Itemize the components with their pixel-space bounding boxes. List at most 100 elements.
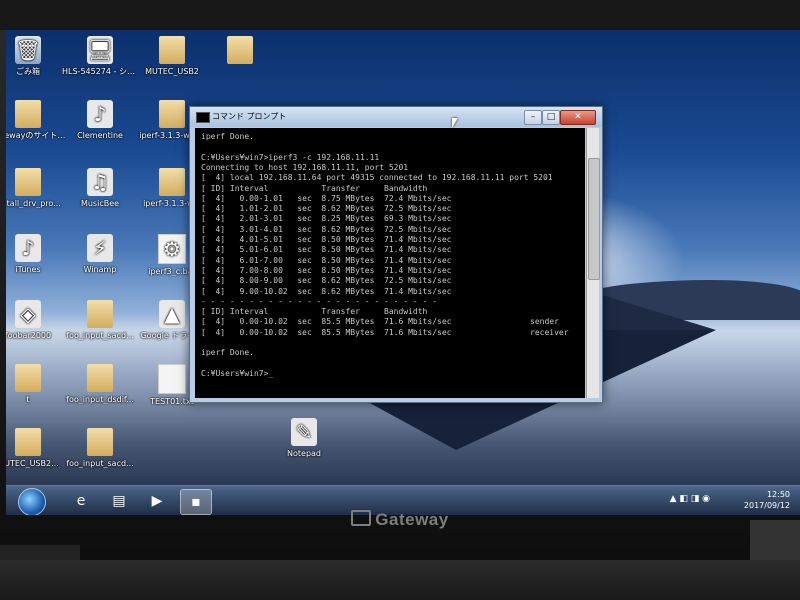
window-title: コマンド プロンプト [212, 112, 287, 121]
clock-time: 12:50 [766, 490, 790, 499]
console-line: [ 4] 2.01-3.01 sec 8.25 MBytes 69.3 Mbit… [201, 214, 452, 224]
console-output[interactable]: iperf Done. C:¥Users¥win7>iperf3 -c 192.1… [195, 128, 585, 398]
desktop-icon[interactable]: 🖥 HLS-545274 - ショートカット [62, 36, 138, 77]
folder-icon [159, 168, 185, 196]
console-line: [ 4] 9.00-10.02 sec 8.62 MBytes 71.4 Mbi… [201, 286, 452, 296]
console-line: [ ID] Interval Transfer Bandwidth [201, 183, 428, 193]
command-prompt-window[interactable]: コマンド プロンプト – □ ✕ iperf Done. C:¥Users¥win… [189, 106, 603, 403]
folder-icon [159, 100, 185, 128]
console-line: [ 4] 7.00-8.00 sec 8.50 MBytes 71.4 Mbit… [201, 265, 452, 275]
shortcut-icon: 🖥 [87, 36, 113, 64]
receiver-label: receiver [530, 327, 569, 337]
console-line: [ 4] 5.01-6.01 sec 8.50 MBytes 71.4 Mbit… [201, 245, 452, 255]
folder-icon [15, 428, 41, 456]
folder-icon [15, 364, 41, 392]
console-line: iperf Done. [201, 348, 254, 358]
desktop-icon[interactable]: ⚡ Winamp [62, 234, 138, 275]
console-line: [ 4] local 192.168.11.64 port 49315 conn… [201, 173, 553, 183]
recycle-icon: 🗑 [15, 36, 41, 64]
close-button[interactable]: ✕ [560, 110, 596, 125]
shortcut-icon: ♪ [87, 100, 113, 128]
desktop-icon[interactable]: MUTEC_USB2 [134, 36, 210, 77]
console-line: [ 4] 3.01-4.01 sec 8.62 MBytes 72.5 Mbit… [201, 224, 452, 234]
desktop-icon[interactable]: Gatewayのサイトにあった6.4bit... [6, 100, 66, 141]
desktop-icon-label: install_drv_pro... [6, 199, 61, 208]
console-line: [ 4] 1.01-2.01 sec 8.62 MBytes 72.5 Mbit… [201, 204, 452, 214]
desktop-icon[interactable]: MUTEC_USB2... [6, 428, 66, 469]
laptop-screen: 🗑 ごみ箱 🖥 HLS-545274 - ショートカット MUTEC_USB2 Gatew… [6, 30, 800, 515]
mouse-pointer-icon [452, 118, 458, 128]
console-line: [ 4] 8.00-9.00 sec 8.62 MBytes 72.5 Mbit… [201, 276, 452, 286]
console-line: [ 4] 0.00-10.02 sec 85.5 MBytes 71.6 Mbi… [201, 327, 452, 337]
console-line: iperf Done. [201, 132, 254, 141]
shortcut-icon: ✎ [291, 418, 317, 446]
laptop-bezel: 🗑 ごみ箱 🖥 HLS-545274 - ショートカット MUTEC_USB2 Gatew… [0, 0, 800, 600]
file-icon [158, 364, 186, 394]
folder-icon [87, 364, 113, 392]
file-icon: ⚙ [158, 234, 186, 264]
desktop-icon-label: Clementine [77, 131, 123, 140]
desktop-icon-label: foo_input_sacd... [66, 331, 134, 340]
desktop-icon-label: iTunes [15, 265, 41, 274]
desktop-icon-label: Winamp [83, 265, 117, 274]
console-line: Connecting to host 192.168.11.11, port 5… [201, 162, 409, 172]
console-line: C:¥Users¥win7>iperf3 -c 192.168.11.11 [201, 152, 380, 162]
desktop-icon[interactable]: install_drv_pro... [6, 168, 66, 209]
desktop-icon[interactable]: foo_input_sacd... [62, 428, 138, 469]
desktop-icon[interactable]: ✎ Notepad [266, 418, 342, 459]
desktop-icon[interactable]: ◈ foobar2000 [6, 300, 66, 341]
desktop-icon[interactable]: foo_input_sacd... [62, 300, 138, 341]
desktop-icon-label: MUTEC_USB2... [6, 459, 59, 468]
desktop-icon-label: t [26, 395, 30, 404]
desktop-icon-label: foobar2000 [6, 331, 52, 340]
brand-mark-icon [351, 510, 372, 526]
desktop-icon[interactable] [202, 36, 278, 67]
folder-icon [87, 300, 113, 328]
shortcut-icon: ♫ [87, 168, 113, 196]
console-line: - - - - - - - - - - - - - - - - - - - - … [201, 296, 438, 306]
shortcut-icon: ▲ [159, 300, 185, 328]
console-line: [ ID] Interval Transfer Bandwidth [201, 307, 428, 317]
folder-icon [15, 100, 41, 128]
desktop-icon-label: HLS-545274 - ショートカット [62, 67, 138, 76]
console-line: [ 4] 4.01-5.01 sec 8.50 MBytes 71.4 Mbit… [201, 235, 452, 244]
shortcut-icon: ◈ [15, 300, 41, 328]
laptop-base [0, 560, 800, 600]
minimize-button[interactable]: – [524, 110, 542, 125]
desktop-icon[interactable]: ♪ Clementine [62, 100, 138, 141]
console-line: [ 4] 0.00-10.02 sec 85.5 MBytes 71.6 Mbi… [201, 317, 452, 327]
brand-logo: Gateway [0, 510, 800, 530]
sender-label: sender [530, 317, 559, 327]
desktop-icon-label: Gatewayのサイトにあった6.4bit... [6, 131, 66, 140]
desktop-icon[interactable]: foo_input_dsdif... [62, 364, 138, 405]
console-line: [ 4] 6.01-7.00 sec 8.50 MBytes 71.4 Mbit… [201, 255, 452, 265]
folder-icon [159, 36, 185, 64]
brand-name: Gateway [375, 510, 449, 529]
console-line: C:¥Users¥win7>_ [201, 368, 274, 378]
cmd-app-icon [196, 112, 210, 123]
shortcut-icon: ⚡ [87, 234, 113, 262]
desktop-icon[interactable]: t [6, 364, 66, 405]
desktop-icon-label: foo_input_sacd... [66, 459, 134, 468]
hinge-right [750, 520, 800, 560]
bezel-top [0, 0, 800, 30]
desktop-icon-label: MusicBee [80, 199, 120, 208]
desktop-icon-label: MUTEC_USB2 [145, 67, 199, 76]
console-line: [ 4] 0.00-1.01 sec 8.75 MBytes 72.4 Mbit… [201, 193, 452, 203]
system-tray[interactable]: ▲ ◧ ◨ ◉ [670, 494, 710, 504]
scrollbar-thumb[interactable] [588, 158, 600, 280]
window-titlebar[interactable]: コマンド プロンプト – □ ✕ [190, 107, 602, 127]
folder-icon [227, 36, 253, 64]
folder-icon [15, 168, 41, 196]
desktop-icon[interactable]: ♪ iTunes [6, 234, 66, 275]
shortcut-icon: ♪ [15, 234, 41, 262]
desktop-icon[interactable]: ♫ MusicBee [62, 168, 138, 209]
desktop-icon-label: ごみ箱 [16, 67, 40, 76]
console-scrollbar[interactable] [586, 128, 600, 398]
folder-icon [87, 428, 113, 456]
desktop-icon-label: Notepad [287, 449, 321, 458]
taskbar-clock[interactable]: 12:50 2017/09/12 [720, 489, 790, 511]
desktop-icon-label: foo_input_dsdif... [66, 395, 134, 404]
desktop-icon[interactable]: 🗑 ごみ箱 [6, 36, 66, 77]
maximize-button[interactable]: □ [542, 110, 560, 125]
